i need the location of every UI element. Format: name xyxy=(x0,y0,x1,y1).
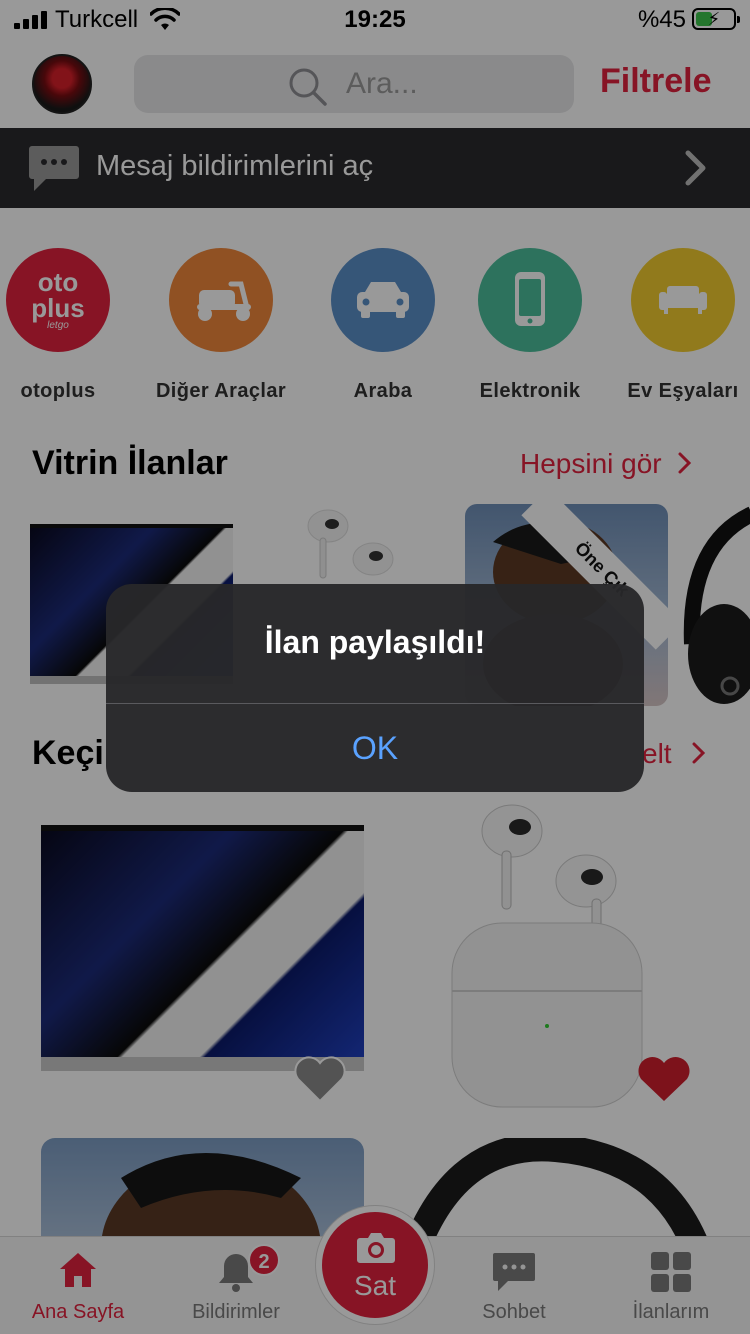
app-screen: Turkcell 19:25 %45 ⚡ Ara... Filtrele Mes… xyxy=(0,0,750,1334)
alert-message: İlan paylaşıldı! xyxy=(264,624,486,660)
alert-ok-button[interactable]: OK xyxy=(106,704,644,792)
alert-dialog: İlan paylaşıldı! OK xyxy=(106,584,644,792)
